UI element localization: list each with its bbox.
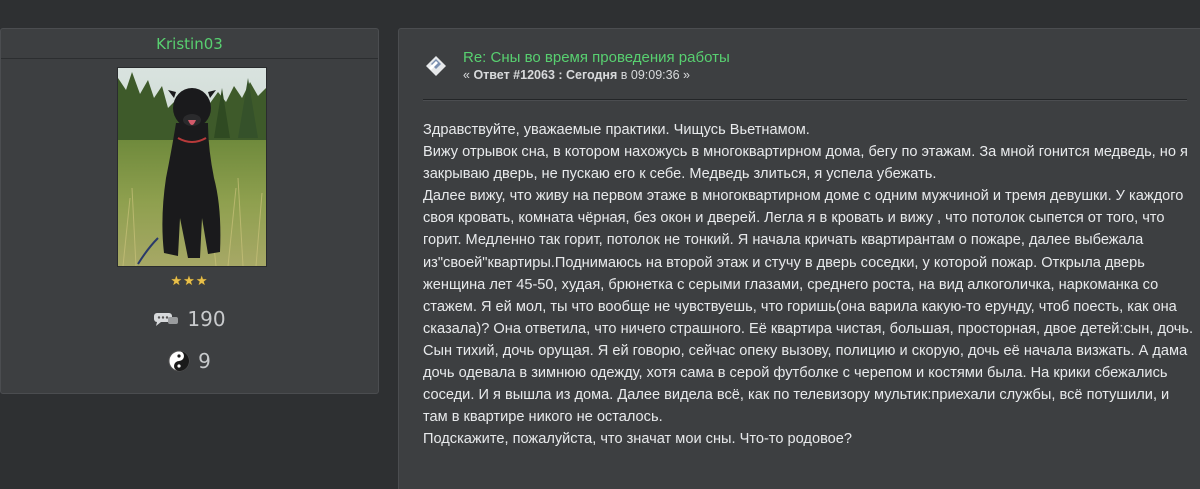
- speech-bubble-icon: [153, 311, 179, 327]
- post-paragraph: Здравствуйте, уважаемые практики. Чищусь…: [423, 122, 810, 138]
- message-icon: [423, 53, 449, 79]
- avatar[interactable]: [117, 67, 267, 267]
- post-titles: Re: Сны во время проведения работы « Отв…: [463, 49, 730, 83]
- post-count: 190: [187, 307, 226, 331]
- post-count-row: 190: [1, 307, 378, 331]
- post-paragraph: Подскажите, пожалуйста, что значат мои с…: [423, 431, 853, 448]
- post-title-link[interactable]: Re: Сны во время проведения работы: [463, 49, 730, 67]
- reply-number: Ответ #12063 :: [473, 68, 563, 82]
- post-header: Re: Сны во время проведения работы « Отв…: [423, 49, 730, 83]
- yin-yang-icon: [168, 350, 190, 372]
- author-panel: Kristin03 ★★★ 190 9: [0, 28, 379, 394]
- meta-time: в 09:09:36 »: [617, 68, 690, 82]
- post-meta: « Ответ #12063 : Сегодня в 09:09:36 »: [463, 67, 730, 83]
- post-body: Здравствуйте, уважаемые практики. Чищусь…: [423, 119, 1193, 450]
- forum-thread-page: Kristin03 ★★★ 190 9 Re: Сны во время про…: [0, 0, 1200, 489]
- author-name-bar: Kristin03: [1, 29, 378, 59]
- rank-stars: ★★★: [170, 274, 209, 289]
- karma-value: 9: [198, 349, 211, 373]
- karma-row: 9: [1, 349, 378, 373]
- post-divider: [423, 99, 1187, 101]
- dog-photo-icon: [118, 68, 266, 266]
- author-name-link[interactable]: Kristin03: [156, 35, 223, 53]
- post-paragraph: Далее вижу, что живу на первом этаже в м…: [423, 188, 1194, 426]
- post-panel: Re: Сны во время проведения работы « Отв…: [398, 28, 1200, 489]
- meta-prefix: «: [463, 68, 474, 82]
- meta-today: Сегодня: [562, 68, 618, 82]
- post-paragraph: Вижу отрывок сна, в котором нахожусь в м…: [423, 144, 1188, 183]
